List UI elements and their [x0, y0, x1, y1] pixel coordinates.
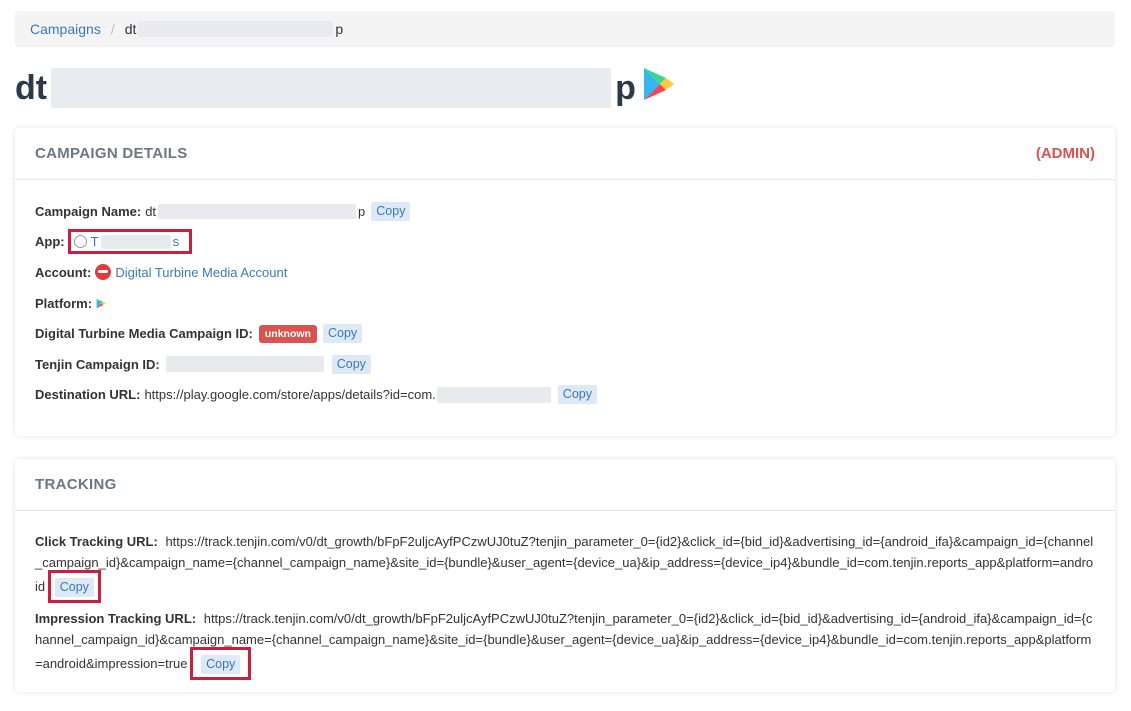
redacted-text: [436, 386, 551, 403]
app-row: App: T s: [35, 227, 1095, 258]
breadcrumb-current: dt p: [125, 21, 343, 37]
click-tracking-url-value: https://track.tenjin.com/v0/dt_growth/bF…: [35, 534, 1094, 594]
campaign-details-panel: CAMPAIGN DETAILS (ADMIN) Campaign Name: …: [15, 128, 1115, 436]
copy-click-tracking-url-button[interactable]: Copy: [54, 578, 94, 597]
account-logo-icon: [95, 264, 112, 281]
destination-url-label: Destination URL:: [35, 387, 141, 403]
campaign-details-title: CAMPAIGN DETAILS: [35, 145, 188, 162]
tracking-title: TRACKING: [35, 476, 117, 493]
app-label: App:: [35, 234, 65, 250]
redacted-text: [158, 203, 357, 219]
page-title-prefix: dt: [15, 68, 48, 107]
copy-tenjin-campaign-id-button[interactable]: Copy: [331, 354, 371, 374]
click-tracking-url-label: Click Tracking URL:: [35, 534, 158, 549]
redacted-text: [138, 21, 334, 37]
app-link-highlight[interactable]: T s: [67, 229, 193, 255]
platform-row: Platform:: [35, 288, 1095, 319]
dt-campaign-id-row: Digital Turbine Media Campaign ID: unkno…: [35, 318, 1095, 349]
google-play-icon: [642, 66, 676, 111]
unknown-badge: unknown: [258, 324, 317, 343]
copy-dt-campaign-id-button[interactable]: Copy: [322, 324, 363, 344]
campaign-details-header: CAMPAIGN DETAILS (ADMIN): [15, 128, 1115, 180]
copy-campaign-name-button[interactable]: Copy: [371, 201, 411, 221]
page-title: dt p: [15, 64, 676, 112]
campaign-name-row: Campaign Name: dt p Copy: [35, 196, 1095, 227]
breadcrumb-current-prefix: dt: [124, 21, 137, 37]
copy-destination-url-button[interactable]: Copy: [557, 385, 597, 405]
breadcrumb-separator: /: [110, 21, 115, 37]
copy-impression-url-highlight[interactable]: Copy: [190, 647, 252, 680]
breadcrumb-current-suffix: p: [335, 21, 344, 37]
app-link-suffix: s: [172, 234, 180, 250]
app-link-prefix: T: [90, 234, 99, 250]
tracking-body: Click Tracking URL: https://track.tenjin…: [15, 511, 1115, 695]
destination-url-value: https://play.google.com/store/apps/detai…: [144, 387, 436, 403]
tracking-panel: TRACKING Click Tracking URL: https://tra…: [15, 459, 1115, 692]
tracking-header: TRACKING: [15, 459, 1115, 511]
campaign-details-body: Campaign Name: dt p Copy App: T s Accoun…: [15, 180, 1115, 420]
impression-tracking-url-block: Impression Tracking URL: https://track.t…: [35, 608, 1095, 680]
click-tracking-url-block: Click Tracking URL: https://track.tenjin…: [35, 531, 1095, 603]
admin-label: (ADMIN): [1035, 145, 1095, 162]
account-row: Account: Digital Turbine Media Account: [35, 257, 1095, 288]
campaign-name-label: Campaign Name:: [35, 203, 142, 219]
tenjin-campaign-id-label: Tenjin Campaign ID:: [35, 356, 160, 372]
copy-impression-tracking-url-button[interactable]: Copy: [201, 655, 241, 674]
breadcrumb-campaigns-link[interactable]: Campaigns: [30, 21, 101, 37]
redacted-text: [100, 234, 171, 249]
platform-label: Platform:: [35, 295, 93, 311]
destination-url-row: Destination URL: https://play.google.com…: [35, 380, 1095, 411]
impression-tracking-url-label: Impression Tracking URL:: [35, 611, 197, 626]
dt-campaign-id-label: Digital Turbine Media Campaign ID:: [35, 326, 253, 342]
tenjin-campaign-id-row: Tenjin Campaign ID: Copy: [35, 349, 1095, 380]
campaign-name-suffix: p: [358, 203, 366, 219]
campaign-name-prefix: dt: [145, 203, 157, 219]
copy-click-url-highlight[interactable]: Copy: [47, 570, 101, 603]
account-label: Account:: [35, 264, 92, 280]
redacted-text: [165, 356, 324, 373]
page-title-suffix: p: [615, 68, 636, 107]
breadcrumb: Campaigns / dt p: [15, 11, 1115, 47]
google-play-icon: [96, 298, 106, 309]
redacted-text: [51, 68, 612, 108]
account-link[interactable]: Digital Turbine Media Account: [115, 265, 287, 280]
app-icon: [73, 235, 87, 249]
